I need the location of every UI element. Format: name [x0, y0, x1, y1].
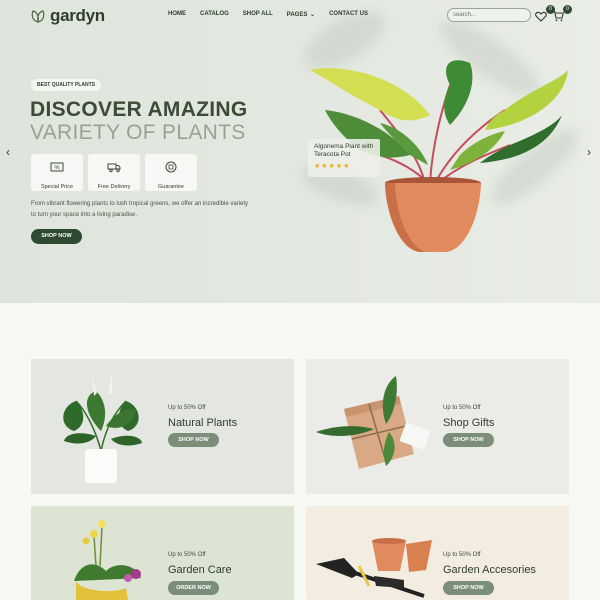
hero-shop-now-button[interactable]: SHOP NOW: [31, 229, 82, 244]
category-offer: Up to 50% Off: [168, 405, 206, 411]
garden-care-plant-image: [74, 520, 141, 600]
feature-free-delivery: Free Delivery: [88, 154, 140, 191]
category-name: Natural Plants: [168, 417, 238, 429]
feature-special-price: % Special Price: [31, 154, 83, 191]
category-card-garden-accessories[interactable]: Up to 50% Off Garden Accesories SHOP NOW: [306, 506, 569, 600]
category-offer: Up to 50% Off: [168, 552, 206, 558]
main-menu: HOME CATALOG SHOP ALL PAGES ⌄ CONTACT US: [168, 11, 368, 18]
leaf-logo-icon: [31, 10, 45, 23]
nav-pages-label: PAGES: [286, 12, 308, 18]
category-card-shop-gifts[interactable]: Up to 50% Off Shop Gifts SHOP NOW: [306, 359, 569, 494]
nav-shop-all[interactable]: SHOP ALL: [243, 11, 273, 18]
category-shop-now-button[interactable]: SHOP NOW: [168, 433, 219, 447]
brand-logo[interactable]: gardyn: [30, 6, 105, 26]
price-tag-icon: %: [50, 162, 64, 172]
chevron-down-icon: ⌄: [310, 12, 316, 18]
nav-contact-us[interactable]: CONTACT US: [329, 11, 368, 18]
feature-guarantee: Guarantee: [145, 154, 197, 191]
peace-lily-image: [63, 373, 142, 483]
category-name: Shop Gifts: [443, 417, 495, 429]
hero-description: From vibrant flowering plants to lush tr…: [31, 201, 248, 218]
search-input[interactable]: search...: [447, 8, 531, 22]
category-shop-now-button[interactable]: SHOP NOW: [443, 581, 494, 595]
category-card-garden-care[interactable]: Up to 50% Off Garden Care ORDER NOW: [31, 506, 294, 600]
hero-product-name: Algonema Plant with Teracota Pot: [314, 143, 374, 158]
category-shop-now-button[interactable]: SHOP NOW: [443, 433, 494, 447]
category-name: Garden Care: [168, 564, 232, 576]
cart-count-badge: 0: [563, 5, 572, 14]
category-card-natural-plants[interactable]: Up to 50% Off Natural Plants SHOP NOW: [31, 359, 294, 494]
slider-prev-arrow[interactable]: ‹: [6, 145, 10, 159]
nav-catalog[interactable]: CATALOG: [200, 11, 229, 18]
feature-label: Guarantee: [158, 184, 184, 190]
category-order-now-button[interactable]: ORDER NOW: [168, 581, 219, 595]
hero-title-line1: DISCOVER AMAZING: [30, 98, 248, 121]
hero-title-line2: VARIETY OF PLANTS: [30, 121, 246, 144]
svg-text:%: %: [54, 166, 60, 172]
garden-tools-image: [316, 538, 432, 598]
slider-next-arrow[interactable]: ›: [587, 145, 591, 159]
gift-package-image: [316, 376, 431, 469]
cart-button[interactable]: 0: [552, 5, 572, 22]
feature-label: Special Price: [40, 184, 74, 190]
star-rating-icon: ★★★★★: [314, 163, 351, 170]
top-nav: gardyn HOME CATALOG SHOP ALL PAGES ⌄ CON…: [0, 0, 600, 30]
guarantee-icon: [165, 161, 177, 173]
truck-icon: [107, 163, 121, 173]
hero-tag: BEST QUALITY PLANTS: [31, 79, 101, 91]
category-offer: Up to 50% Off: [443, 405, 481, 411]
brand-name: gardyn: [50, 6, 105, 25]
category-name: Garden Accesories: [443, 564, 536, 576]
feature-label: Free Delivery: [97, 184, 131, 190]
nav-home[interactable]: HOME: [168, 11, 186, 18]
heart-icon: [535, 11, 547, 22]
cart-icon: [552, 10, 565, 22]
wishlist-button[interactable]: 0: [535, 5, 555, 22]
category-offer: Up to 50% Off: [443, 552, 481, 558]
nav-pages[interactable]: PAGES ⌄: [287, 11, 315, 18]
hero-product-card[interactable]: Algonema Plant with Teracota Pot ★★★★★: [308, 139, 380, 177]
hero-banner: gardyn HOME CATALOG SHOP ALL PAGES ⌄ CON…: [0, 0, 600, 303]
